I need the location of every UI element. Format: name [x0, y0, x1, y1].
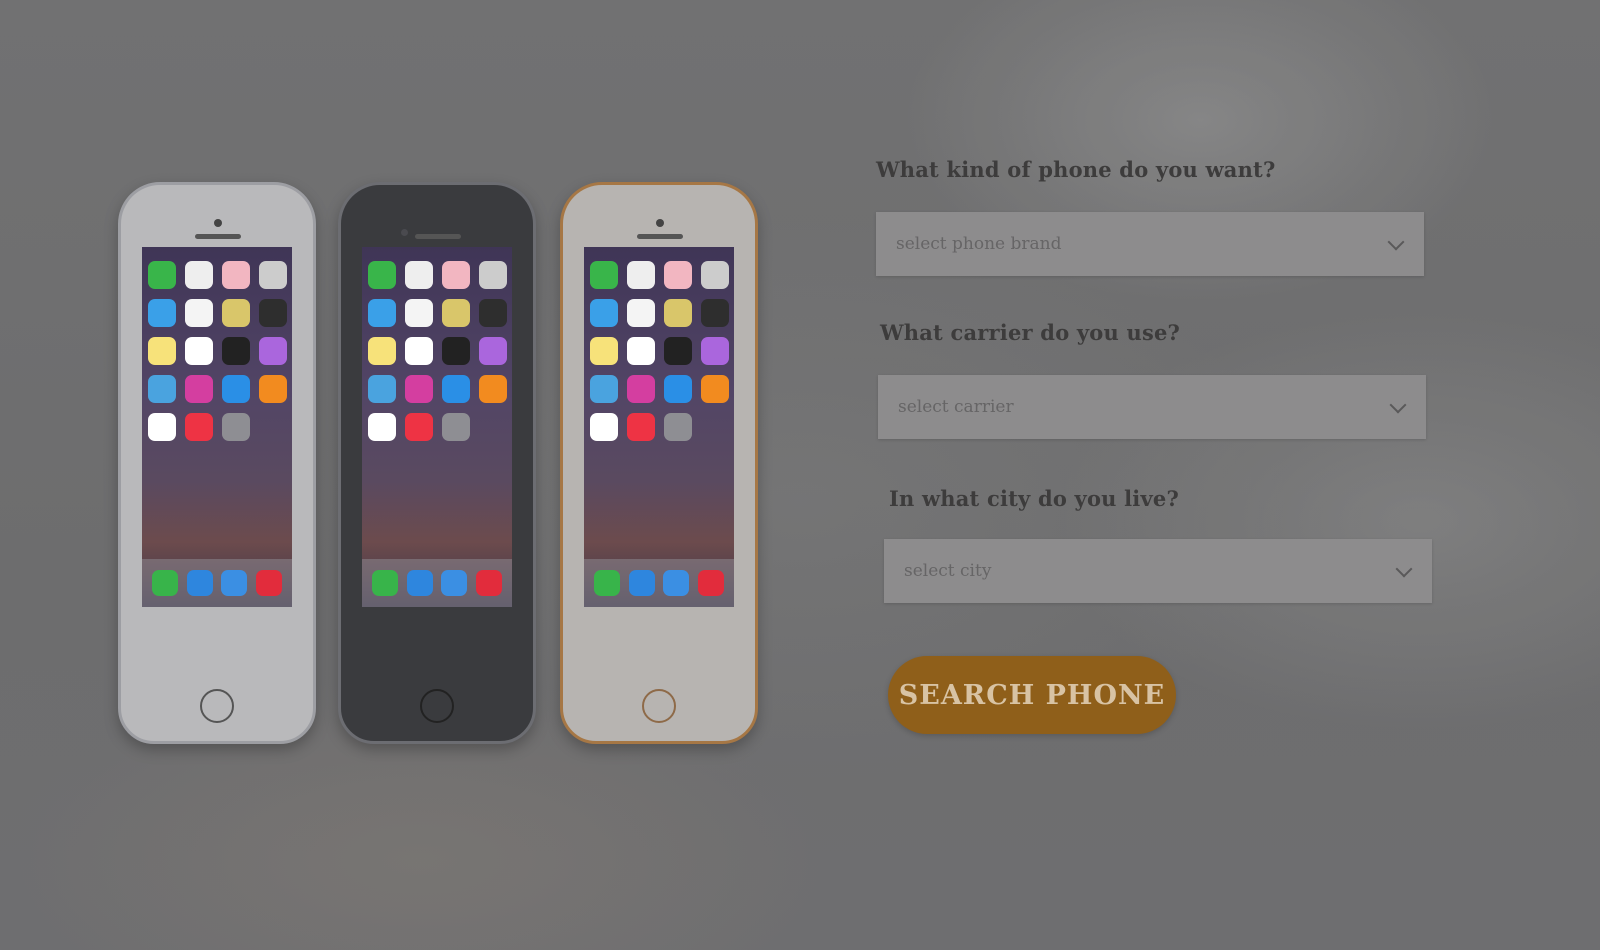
front-camera — [214, 219, 222, 227]
phone-image-silver — [118, 182, 316, 744]
phone-screen — [584, 247, 734, 607]
chevron-down-icon — [1387, 233, 1405, 250]
front-camera — [401, 229, 408, 236]
home-button — [200, 689, 234, 723]
carrier-placeholder: select carrier — [898, 397, 1014, 417]
phone-screen — [142, 247, 292, 607]
carrier-select[interactable]: select carrier — [878, 375, 1426, 439]
phone-brand-select[interactable]: select phone brand — [876, 212, 1424, 276]
city-select[interactable]: select city — [884, 539, 1432, 603]
city-placeholder: select city — [904, 561, 992, 581]
phone-brand-placeholder: select phone brand — [896, 234, 1062, 254]
earpiece — [195, 234, 241, 239]
phone-question-label: What kind of phone do you want? — [876, 157, 1276, 182]
chevron-down-icon — [1389, 396, 1407, 413]
city-question-label: In what city do you live? — [889, 486, 1179, 511]
chevron-down-icon — [1395, 560, 1413, 577]
phone-screen — [362, 247, 512, 607]
earpiece — [637, 234, 683, 239]
home-button — [420, 689, 454, 723]
earpiece — [415, 234, 461, 239]
carrier-question-label: What carrier do you use? — [880, 320, 1181, 345]
home-button — [642, 689, 676, 723]
search-phone-button[interactable]: SEARCH PHONE — [888, 656, 1176, 734]
front-camera — [656, 219, 664, 227]
phone-image-space-gray — [338, 182, 536, 744]
phone-image-gold — [560, 182, 758, 744]
